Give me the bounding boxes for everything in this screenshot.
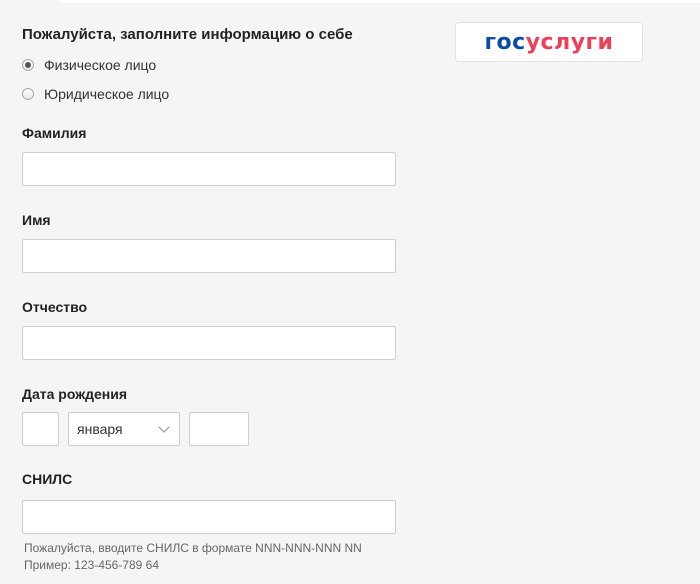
birth-date-group: Дата рождения января <box>22 386 402 446</box>
logo-part-uslugi: услуги <box>525 29 614 55</box>
last-name-group: Фамилия <box>22 125 402 186</box>
last-name-input[interactable] <box>22 152 396 186</box>
snils-group: СНИЛС Пожалуйста, вводите СНИЛС в формат… <box>22 471 402 574</box>
birth-date-label: Дата рождения <box>22 386 128 402</box>
birth-day-input[interactable] <box>22 412 59 446</box>
gosuslugi-logo: гос услуги <box>455 22 643 62</box>
radio-legal-entity-button[interactable] <box>22 88 34 100</box>
snils-hint: Пожалуйста, вводите СНИЛС в формате NNN-… <box>22 540 402 574</box>
radio-legal-entity-label: Юридическое лицо <box>44 86 170 102</box>
first-name-label: Имя <box>22 212 51 228</box>
radio-individual-label: Физическое лицо <box>44 57 157 73</box>
middle-name-group: Отчество <box>22 299 402 360</box>
form-heading: Пожалуйста, заполните информацию о себе <box>22 26 353 43</box>
radio-legal-entity[interactable]: Юридическое лицо <box>22 83 402 105</box>
birth-year-input[interactable] <box>189 412 249 446</box>
birth-month-value: января <box>77 421 123 437</box>
first-name-input[interactable] <box>22 239 396 273</box>
registration-form: Пожалуйста, заполните информацию о себе … <box>22 26 402 574</box>
last-name-label: Фамилия <box>22 125 87 141</box>
snils-hint-example: Пример: 123-456-789 64 <box>24 558 160 572</box>
top-bar <box>60 0 700 3</box>
radio-individual[interactable]: Физическое лицо <box>22 54 402 76</box>
middle-name-label: Отчество <box>22 299 88 315</box>
first-name-group: Имя <box>22 212 402 273</box>
logo-part-gos: гос <box>484 29 526 55</box>
snils-label: СНИЛС <box>22 471 73 487</box>
radio-individual-button[interactable] <box>22 59 34 71</box>
birth-date-row: января <box>22 412 402 446</box>
snils-hint-format: Пожалуйста, вводите СНИЛС в формате NNN-… <box>24 541 362 555</box>
chevron-down-icon <box>157 424 171 434</box>
middle-name-input[interactable] <box>22 326 396 360</box>
birth-month-select[interactable]: января <box>68 412 180 446</box>
snils-input[interactable] <box>22 500 396 534</box>
